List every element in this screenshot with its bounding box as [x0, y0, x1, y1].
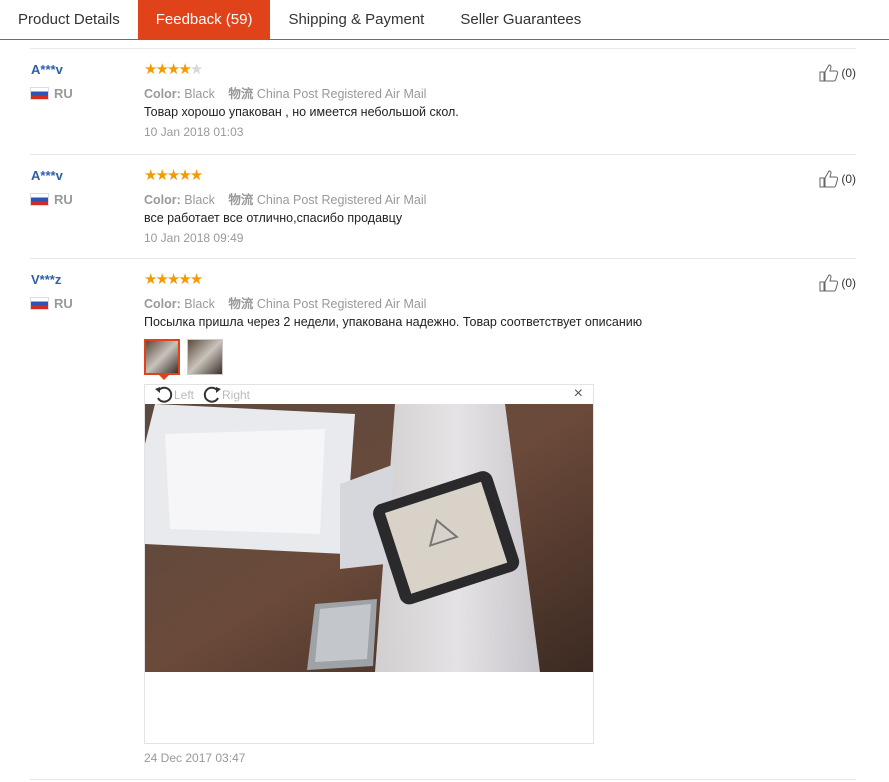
shipping-value: China Post Registered Air Mail: [256, 87, 427, 101]
review-item: A***v RU ★ ★ ★ ★ ★ Color: Black 物流 China Pos…: [30, 154, 856, 258]
buyer-country: RU: [30, 86, 73, 101]
color-value: Black: [184, 297, 215, 311]
review-text: Товар хорошо упакован , но имеется небол…: [144, 105, 459, 119]
shipping-value: China Post Registered Air Mail: [256, 193, 427, 207]
buyer-name[interactable]: V***z: [31, 272, 61, 287]
review-image-thumbnail[interactable]: [187, 339, 223, 375]
star-filled-icon: ★: [178, 271, 192, 288]
order-info: Color: Black 物流 China Post Registered Ai…: [144, 293, 426, 312]
rotate-right-button[interactable]: Right: [202, 386, 250, 404]
tab-feedback[interactable]: Feedback (59): [137, 0, 271, 39]
review-date: 10 Jan 2018 01:03: [144, 125, 244, 139]
star-empty-icon: ★: [189, 61, 204, 78]
helpful-button[interactable]: (0): [819, 64, 856, 82]
country-code: RU: [54, 192, 73, 207]
country-code: RU: [54, 86, 73, 101]
star-filled-icon: ★: [155, 167, 169, 184]
star-filled-icon: ★: [178, 167, 192, 184]
order-info: Color: Black 物流 China Post Registered Ai…: [144, 83, 426, 102]
helpful-count: (0): [841, 172, 856, 186]
image-viewer: Left Right ×: [144, 384, 594, 744]
helpful-button[interactable]: (0): [819, 274, 856, 292]
rotate-left-label: Left: [174, 388, 195, 402]
buyer-name[interactable]: A***v: [31, 168, 63, 183]
review-image-thumbnail[interactable]: [144, 339, 180, 380]
review-image-thumbnails: [144, 339, 230, 380]
image-viewer-toolbar: Left Right ×: [145, 385, 593, 404]
thumbs-up-icon: [819, 64, 839, 82]
helpful-button[interactable]: (0): [819, 170, 856, 188]
review-photo-image: [145, 404, 593, 672]
star-filled-icon: ★: [144, 167, 158, 184]
helpful-count: (0): [841, 276, 856, 290]
star-filled-icon: ★: [178, 61, 192, 78]
rotate-right-label: Right: [222, 388, 251, 402]
tab-bar: Product Details Feedback (59) Shipping &…: [0, 0, 889, 40]
star-filled-icon: ★: [189, 167, 204, 184]
thumbs-up-icon: [819, 274, 839, 292]
rotate-right-icon: [203, 386, 221, 403]
shipping-label: 物流: [228, 87, 254, 101]
star-rating: ★ ★ ★ ★ ★: [144, 61, 204, 78]
color-value: Black: [184, 87, 215, 101]
flag-ru-icon: [30, 297, 49, 310]
star-filled-icon: ★: [144, 61, 158, 78]
buyer-name[interactable]: A***v: [31, 62, 63, 77]
star-filled-icon: ★: [144, 271, 158, 288]
color-label: Color:: [144, 87, 181, 101]
country-code: RU: [54, 296, 73, 311]
star-rating: ★ ★ ★ ★ ★: [144, 271, 204, 288]
tab-product-details[interactable]: Product Details: [0, 0, 138, 39]
buyer-country: RU: [30, 192, 73, 207]
star-rating: ★ ★ ★ ★ ★: [144, 167, 204, 184]
color-label: Color:: [144, 297, 181, 311]
star-filled-icon: ★: [155, 271, 169, 288]
star-filled-icon: ★: [155, 61, 169, 78]
tab-seller-guarantees[interactable]: Seller Guarantees: [442, 0, 599, 39]
review-item: A***v RU ★ ★ ★ ★ ★ Color: Black 物流 China Pos…: [30, 48, 856, 154]
review-text: Посылка пришла через 2 недели, упакована…: [144, 315, 643, 329]
flag-ru-icon: [30, 193, 49, 206]
rotate-left-icon: [155, 386, 173, 403]
rotate-left-button[interactable]: Left: [154, 386, 194, 404]
star-filled-icon: ★: [189, 271, 204, 288]
star-filled-icon: ★: [166, 61, 181, 78]
star-filled-icon: ★: [166, 167, 181, 184]
shipping-label: 物流: [228, 193, 254, 207]
tab-shipping-payment[interactable]: Shipping & Payment: [270, 0, 442, 39]
thumbs-up-icon: [819, 170, 839, 188]
star-filled-icon: ★: [166, 271, 181, 288]
review-item: V***z RU ★ ★ ★ ★ ★ Color: Black 物流 China Pos…: [30, 258, 856, 780]
helpful-count: (0): [841, 66, 856, 80]
review-date: 10 Jan 2018 09:49: [144, 231, 244, 245]
review-photo: [145, 404, 593, 672]
color-label: Color:: [144, 193, 181, 207]
flag-ru-icon: [30, 87, 49, 100]
shipping-label: 物流: [228, 297, 254, 311]
review-text: все работает все отлично,спасибо продавц…: [144, 211, 403, 225]
buyer-country: RU: [30, 296, 73, 311]
color-value: Black: [184, 193, 215, 207]
shipping-value: China Post Registered Air Mail: [256, 297, 427, 311]
order-info: Color: Black 物流 China Post Registered Ai…: [144, 189, 426, 208]
close-viewer-button[interactable]: ×: [574, 385, 583, 403]
review-date: 24 Dec 2017 03:47: [144, 751, 246, 765]
